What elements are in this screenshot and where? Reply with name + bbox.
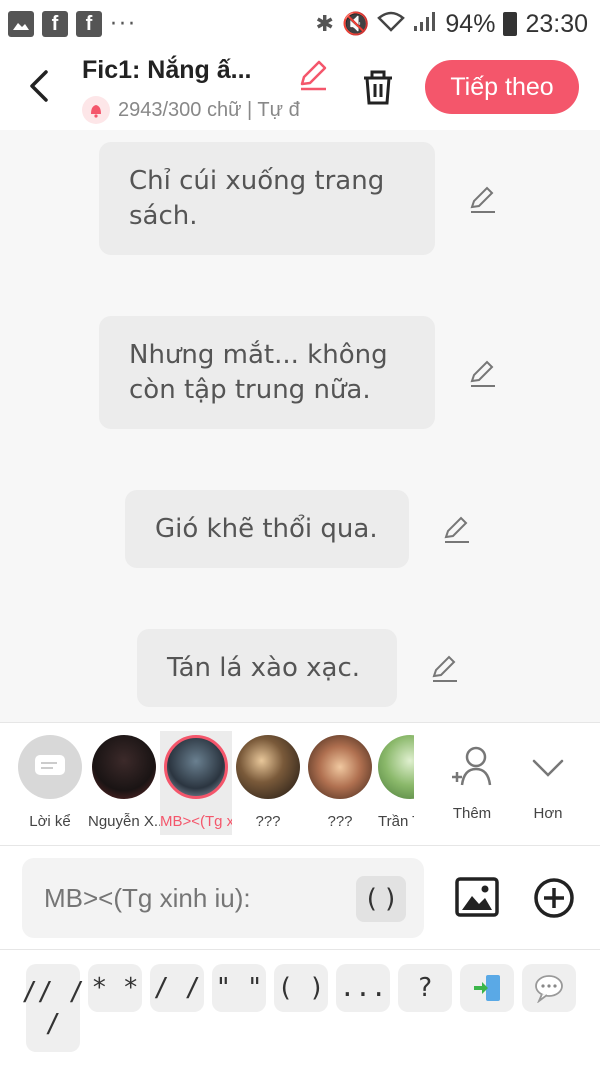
insert-image-button[interactable] xyxy=(454,874,500,920)
facebook-icon: f xyxy=(42,11,68,37)
next-button[interactable]: Tiếp theo xyxy=(425,60,579,114)
symbol-button[interactable]: ... xyxy=(336,964,390,1012)
status-bar: f f ··· ✱ 🔇 94% 23:30 xyxy=(0,0,600,48)
edit-message-button[interactable] xyxy=(468,359,498,389)
status-right: ✱ 🔇 94% 23:30 xyxy=(316,10,588,39)
character-item-selected[interactable]: MB><(Tg x... xyxy=(160,731,232,835)
image-icon xyxy=(8,11,34,37)
pencil-icon xyxy=(470,186,495,213)
pencil-icon xyxy=(432,655,457,682)
wifi-icon xyxy=(377,10,406,38)
message-bubble[interactable]: Chỉ cúi xuống trang sách. xyxy=(99,142,435,255)
character-item[interactable]: Nguyễn X... xyxy=(88,735,160,830)
narrator-avatar xyxy=(18,735,82,799)
more-label: Hơn xyxy=(533,805,563,822)
trash-icon xyxy=(364,70,392,105)
bluetooth-icon: ✱ xyxy=(315,11,334,36)
image-icon xyxy=(455,877,499,917)
chevron-left-icon xyxy=(30,70,48,102)
avatar xyxy=(378,735,414,799)
avatar xyxy=(164,735,228,799)
avatar xyxy=(236,735,300,799)
editor-header: Fic1: Nắng ấ... 2943/300 chữ | Tự đ Tiếp… xyxy=(0,48,600,130)
symbol-button[interactable]: / / xyxy=(150,964,204,1012)
character-label: Lời kể xyxy=(29,813,71,830)
back-button[interactable] xyxy=(24,66,60,106)
bell-icon xyxy=(82,96,110,124)
input-bar: ( ) xyxy=(0,846,600,950)
add-button[interactable] xyxy=(532,876,576,920)
character-label: ??? xyxy=(327,813,353,830)
phone-arrow-icon xyxy=(474,975,500,1001)
pencil-icon xyxy=(470,360,495,387)
chat-bubble-icon xyxy=(535,975,563,1003)
symbol-button[interactable]: ( ) xyxy=(274,964,328,1012)
edit-message-button[interactable] xyxy=(430,654,460,684)
character-item[interactable]: ??? xyxy=(304,735,376,830)
mute-icon: 🔇 xyxy=(341,11,370,36)
chevron-down-icon xyxy=(516,735,580,799)
more-notifications-icon: ··· xyxy=(110,11,137,37)
word-count: 2943/300 chữ | Tự đ xyxy=(118,98,300,121)
chat-bubble-button[interactable] xyxy=(522,964,576,1012)
battery-icon xyxy=(503,12,518,36)
character-label: Trần T xyxy=(378,813,414,830)
character-item[interactable]: Trần T xyxy=(378,735,414,830)
avatar xyxy=(92,735,156,799)
edit-message-button[interactable] xyxy=(468,185,498,215)
symbol-button[interactable]: " " xyxy=(212,964,266,1012)
clock: 23:30 xyxy=(525,9,588,38)
character-label: ??? xyxy=(255,813,281,830)
paren-chip-button[interactable]: ( ) xyxy=(356,876,406,922)
character-item[interactable]: ??? xyxy=(232,735,304,830)
character-narrator[interactable]: Lời kể xyxy=(14,735,86,830)
edit-title-button[interactable] xyxy=(296,58,330,92)
more-characters-button[interactable]: Hơn xyxy=(512,735,584,822)
plus-circle-icon xyxy=(534,878,574,918)
word-count-row: 2943/300 chữ | Tự đ xyxy=(82,96,330,124)
add-user-icon xyxy=(440,735,504,799)
message-bubble[interactable]: Nhưng mắt... không còn tập trung nữa. xyxy=(99,316,435,429)
device-transfer-button[interactable] xyxy=(460,964,514,1012)
symbol-button[interactable]: ? xyxy=(398,964,452,1012)
pencil-icon xyxy=(444,516,469,543)
add-label: Thêm xyxy=(452,805,492,822)
symbol-button[interactable]: * * xyxy=(88,964,142,1012)
character-label: Nguyễn X... xyxy=(88,813,160,830)
status-left: f f ··· xyxy=(8,11,137,37)
edit-message-button[interactable] xyxy=(442,515,472,545)
character-bar: Lời kể Nguyễn X... MB><(Tg x... ??? ??? … xyxy=(0,722,600,846)
pencil-icon xyxy=(300,60,327,91)
facebook-icon: f xyxy=(76,11,102,37)
add-character-button[interactable]: Thêm xyxy=(436,735,508,822)
signal-icon xyxy=(413,10,437,38)
chat-area[interactable]: Chỉ cúi xuống trang sách. Nhưng mắt... k… xyxy=(0,130,600,722)
speech-bubble-icon xyxy=(35,755,65,775)
delete-button[interactable] xyxy=(358,68,398,108)
message-bubble[interactable]: Gió khẽ thổi qua. xyxy=(125,490,409,568)
character-label: MB><(Tg x... xyxy=(160,813,232,830)
battery-percentage: 94% xyxy=(445,9,496,38)
avatar xyxy=(308,735,372,799)
symbol-button[interactable]: // / / xyxy=(22,964,84,1052)
symbol-bar: // / / * * / / " " ( ) ... ? xyxy=(0,950,600,1067)
story-title[interactable]: Fic1: Nắng ấ... xyxy=(82,56,251,85)
message-bubble[interactable]: Tán lá xào xạc. xyxy=(137,629,397,707)
